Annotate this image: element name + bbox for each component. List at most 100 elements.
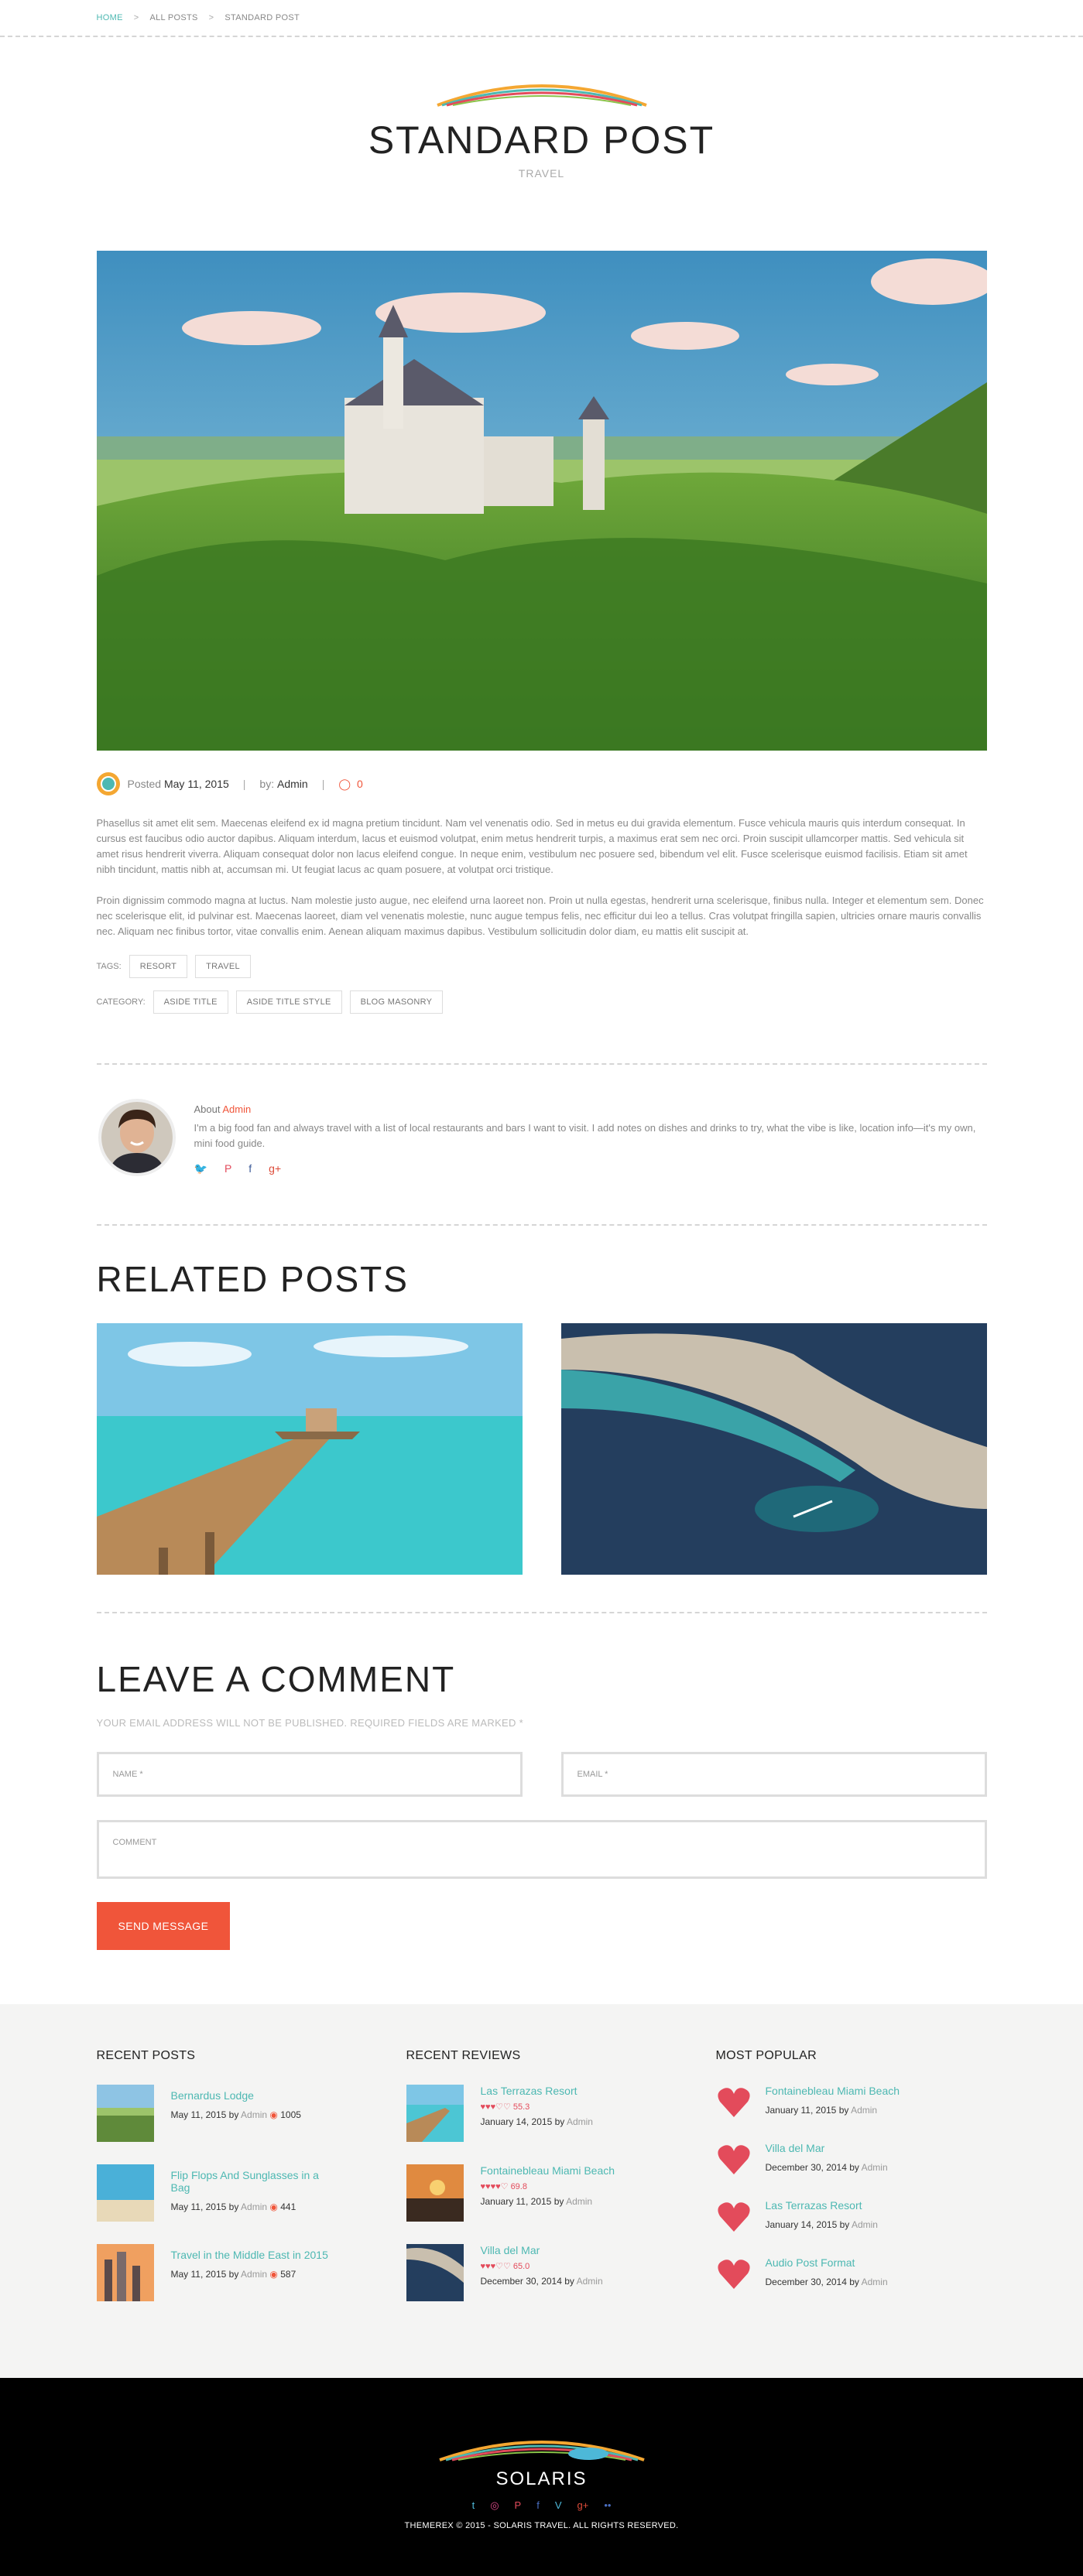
post-category[interactable]: TRAVEL — [97, 167, 987, 180]
list-item[interactable]: Fontainebleau Miami Beach January 11, 201… — [716, 2085, 948, 2120]
post-date: January 11, 2015 — [765, 2105, 837, 2116]
post-date: May 11, 2015 — [170, 2201, 227, 2212]
list-item[interactable]: Las Terrazas Resort January 14, 2015 by A… — [716, 2199, 948, 2235]
post-thumbnail[interactable] — [96, 2085, 154, 2142]
google-plus-icon[interactable]: g+ — [577, 2499, 589, 2512]
tag-travel[interactable]: TRAVEL — [195, 955, 251, 978]
rating-score: 55.3 — [512, 2102, 530, 2112]
list-item[interactable]: Flip Flops And Sunglasses in a Bag May 1… — [96, 2164, 329, 2222]
review-thumbnail[interactable] — [406, 2164, 464, 2222]
meta-separator: | — [242, 778, 246, 790]
list-item[interactable]: Fontainebleau Miami Beach ♥♥♥♥♡ 69.8 Jan… — [406, 2164, 639, 2222]
solaris-logo-icon[interactable] — [434, 2429, 650, 2463]
review-title[interactable]: Fontainebleau Miami Beach — [481, 2164, 615, 2177]
name-field[interactable]: NAME * — [96, 1752, 523, 1797]
post-date: May 11, 2015 — [170, 2109, 227, 2120]
post-title[interactable]: Travel in the Middle East in 2015 — [171, 2249, 328, 2261]
rainbow-logo-icon — [436, 84, 647, 107]
avatar[interactable] — [101, 1102, 173, 1173]
pinterest-icon[interactable]: P — [515, 2499, 522, 2512]
list-item[interactable]: Villa del Mar ♥♥♥♡♡ 65.0 December 30, 20… — [406, 2244, 639, 2301]
post-date: December 30, 2014 — [765, 2162, 847, 2173]
category-aside-title-style[interactable]: ASIDE TITLE STYLE — [235, 990, 342, 1014]
post-author[interactable]: Admin — [862, 2162, 888, 2173]
comment-count[interactable]: 0 — [357, 778, 363, 790]
review-title[interactable]: Las Terrazas Resort — [481, 2085, 593, 2097]
site-footer: SOLARIS t ◎ Pf Vg+ •• THEMEREX © 2015 - SOLA… — [0, 2378, 1083, 2576]
breadcrumb-current: STANDARD POST — [224, 13, 300, 22]
rating-score: 65.0 — [512, 2262, 530, 2271]
pinterest-icon[interactable]: P — [224, 1161, 231, 1176]
post-title[interactable]: Flip Flops And Sunglasses in a Bag — [171, 2169, 329, 2194]
author-social-links: 🐦 Pf g+ — [194, 1161, 987, 1176]
most-popular-list: Fontainebleau Miami Beach January 11, 201… — [716, 2085, 948, 2292]
post-title[interactable]: Las Terrazas Resort — [766, 2199, 878, 2212]
view-count: 587 — [280, 2269, 296, 2280]
category-aside-title[interactable]: ASIDE TITLE — [153, 990, 228, 1014]
page-title: STANDARD POST — [368, 118, 715, 162]
breadcrumb-bar: HOME > ALL POSTS > STANDARD POST — [0, 0, 1083, 37]
post-title[interactable]: Audio Post Format — [766, 2256, 888, 2269]
breadcrumb-all-posts[interactable]: ALL POSTS — [149, 13, 197, 22]
post-author[interactable]: Admin — [851, 2105, 877, 2116]
related-posts-heading: RELATED POSTS — [96, 1259, 409, 1299]
review-thumbnail[interactable] — [406, 2085, 464, 2142]
rating-hearts: ♥♥♥♡♡ 65.0 — [481, 2261, 603, 2271]
by-label: by — [554, 2116, 565, 2127]
eye-icon: ◉ — [269, 2269, 278, 2280]
facebook-icon[interactable]: f — [536, 2499, 540, 2512]
by-label: by — [849, 2277, 859, 2287]
comment-field[interactable]: COMMENT — [96, 1820, 987, 1879]
recent-posts-widget: RECENT POSTS Bernardus Lodge May 11, 201… — [96, 2049, 329, 2324]
post-author[interactable]: Admin — [241, 2109, 267, 2120]
list-item[interactable]: Audio Post Format December 30, 2014 by Ad… — [716, 2256, 948, 2292]
page-header: STANDARD POST TRAVEL — [97, 37, 987, 214]
tag-resort[interactable]: RESORT — [129, 955, 188, 978]
post-thumbnail[interactable] — [96, 2244, 154, 2301]
post-title[interactable]: Bernardus Lodge — [171, 2089, 301, 2102]
post-author[interactable]: Admin — [241, 2269, 267, 2280]
list-item[interactable]: Travel in the Middle East in 2015 May 11… — [96, 2244, 329, 2301]
review-author[interactable]: Admin — [577, 2276, 603, 2287]
rating-hearts: ♥♥♥♡♡ 55.3 — [481, 2102, 593, 2112]
review-author[interactable]: Admin — [566, 2196, 592, 2207]
list-item[interactable]: Las Terrazas Resort ♥♥♥♡♡ 55.3 January 1… — [406, 2085, 639, 2142]
list-item[interactable]: Villa del Mar December 30, 2014 by Admin — [716, 2142, 948, 2177]
post-title[interactable]: Fontainebleau Miami Beach — [766, 2085, 900, 2097]
author-name[interactable]: Admin — [222, 1103, 251, 1115]
about-heading: About Admin — [194, 1102, 987, 1117]
by-label: by — [228, 2269, 239, 2280]
post-author[interactable]: Admin — [862, 2277, 888, 2287]
heart-icon — [717, 2202, 750, 2232]
widget-title: RECENT REVIEWS — [406, 2049, 521, 2062]
post-author[interactable]: Admin — [852, 2219, 878, 2230]
post-author[interactable]: Admin — [277, 778, 308, 790]
post-title[interactable]: Villa del Mar — [766, 2142, 888, 2154]
related-post-coast-image[interactable] — [560, 1323, 987, 1575]
vimeo-icon[interactable]: V — [555, 2499, 562, 2512]
review-title[interactable]: Villa del Mar — [481, 2244, 603, 2256]
post-date[interactable]: May 11, 2015 — [164, 778, 229, 790]
review-author[interactable]: Admin — [567, 2116, 593, 2127]
flickr-icon[interactable]: •• — [604, 2499, 611, 2512]
related-post-pier-image[interactable] — [96, 1323, 523, 1575]
breadcrumb-home[interactable]: HOME — [97, 13, 123, 22]
rating-score: 69.8 — [510, 2182, 527, 2191]
google-plus-icon[interactable]: g+ — [269, 1161, 281, 1176]
heart-icon — [717, 2145, 750, 2174]
review-thumbnail[interactable] — [406, 2244, 464, 2301]
facebook-icon[interactable]: f — [248, 1161, 252, 1176]
twitter-icon[interactable]: 🐦 — [194, 1161, 207, 1176]
post-content: Phasellus sit amet elit sem. Maecenas el… — [97, 816, 987, 939]
send-message-button[interactable]: SEND MESSAGE — [96, 1902, 231, 1950]
dribbble-icon[interactable]: ◎ — [490, 2499, 499, 2512]
clock-icon — [96, 772, 120, 795]
category-blog-masonry[interactable]: BLOG MASONRY — [349, 990, 444, 1014]
list-item[interactable]: Bernardus Lodge May 11, 2015 by Admin ◉ … — [96, 2085, 329, 2142]
post-author[interactable]: Admin — [241, 2201, 267, 2212]
email-field[interactable]: EMAIL * — [560, 1752, 987, 1797]
view-count: 441 — [280, 2201, 296, 2212]
twitter-icon[interactable]: t — [472, 2499, 475, 2512]
post-thumbnail[interactable] — [96, 2164, 154, 2222]
category-label: CATEGORY: — [96, 997, 146, 1007]
